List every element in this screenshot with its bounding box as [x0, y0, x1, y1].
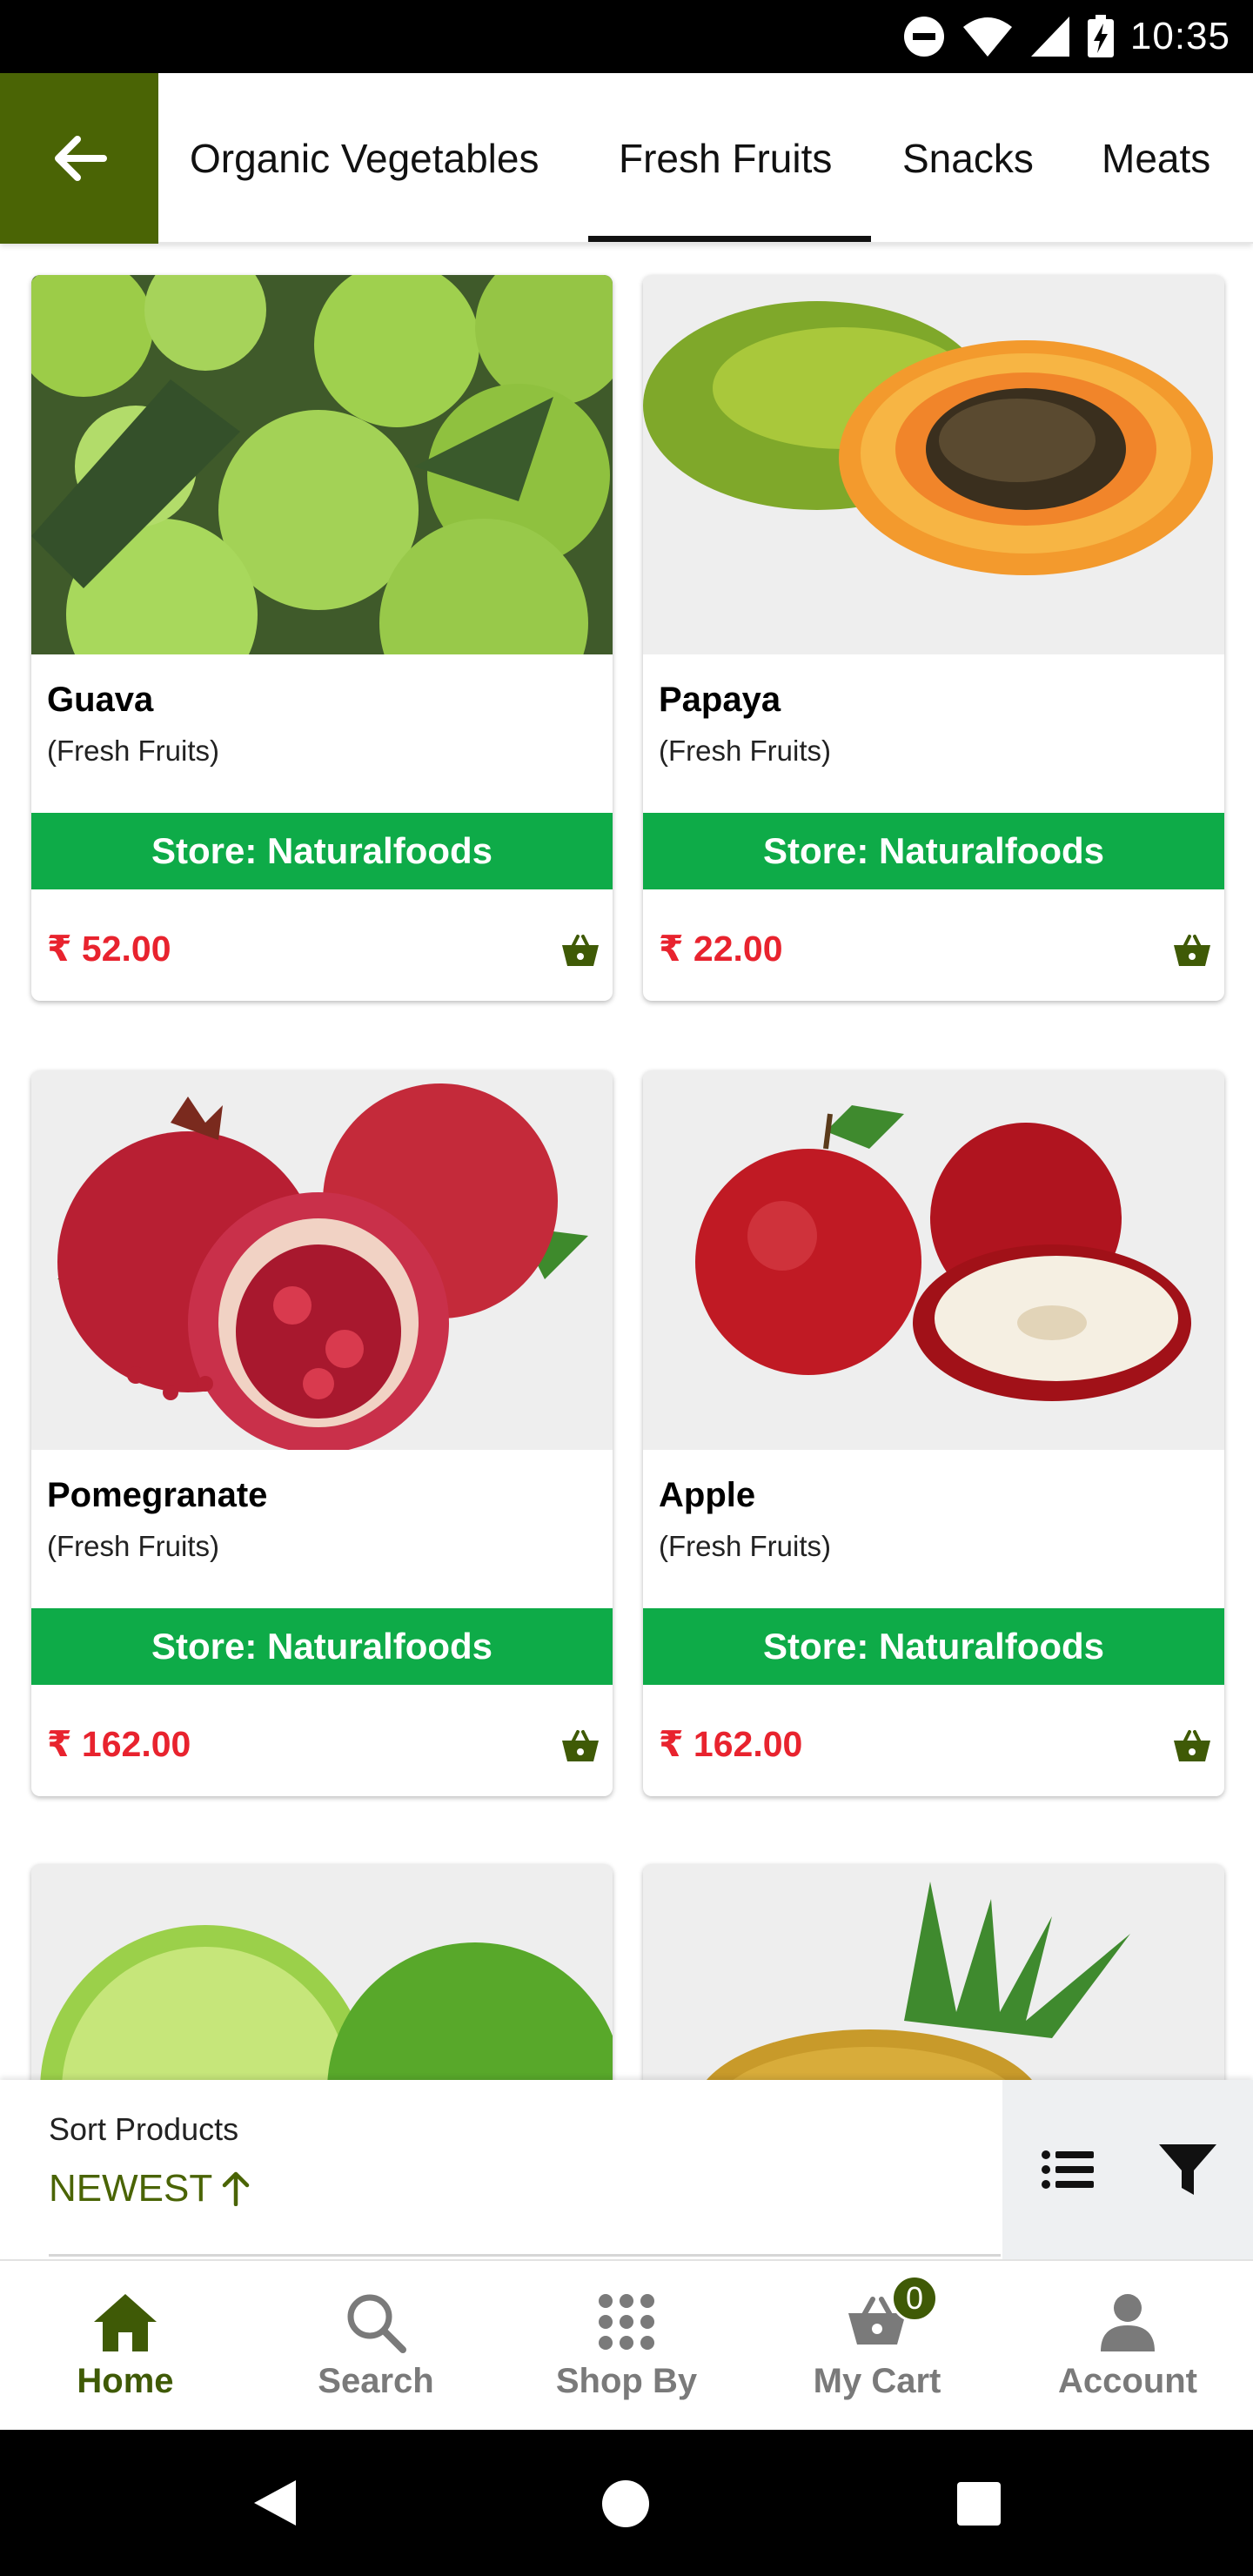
back-button[interactable]: [0, 73, 158, 244]
store-label[interactable]: Store: Naturalfoods: [643, 1608, 1224, 1685]
view-tools: [1002, 2080, 1253, 2259]
product-card-pomegranate[interactable]: Pomegranate (Fresh Fruits) Store: Natura…: [31, 1070, 613, 1796]
tab-meats[interactable]: Meats: [1102, 73, 1210, 244]
product-category: (Fresh Fruits): [659, 735, 831, 767]
product-price: ₹ 162.00: [659, 1724, 803, 1764]
store-label[interactable]: Store: Naturalfoods: [31, 813, 613, 889]
home-icon: [94, 2294, 157, 2351]
sort-value: NEWEST: [49, 2167, 213, 2210]
product-name: Papaya: [659, 681, 781, 719]
product-card-partial[interactable]: [31, 1864, 613, 2082]
store-label[interactable]: Store: Naturalfoods: [643, 813, 1224, 889]
nav-label: Shop By: [555, 2362, 698, 2400]
product-card-partial[interactable]: [643, 1864, 1224, 2082]
arrow-left-icon: [55, 136, 107, 181]
search-icon: [347, 2294, 406, 2353]
category-tab-bar: Organic Vegetables Fresh Fruits Snacks M…: [0, 73, 1253, 244]
sort-selector[interactable]: NEWEST: [49, 2167, 251, 2210]
product-image-guava[interactable]: [31, 275, 613, 654]
product-name: Guava: [47, 681, 154, 719]
nav-label: Search: [318, 2362, 434, 2400]
bottom-navigation: Home Search Shop By 0 My Cart Account: [0, 2259, 1253, 2430]
product-category: (Fresh Fruits): [659, 1530, 831, 1562]
nav-label: My Cart: [813, 2362, 941, 2400]
sort-label: Sort Products: [49, 2111, 239, 2147]
product-image-pineapple[interactable]: [643, 1864, 1224, 2082]
tab-organic-vegetables[interactable]: Organic Vegetables: [190, 73, 539, 244]
add-to-cart-basket-icon[interactable]: [1172, 933, 1212, 968]
cellular-signal-icon: [1030, 17, 1069, 57]
status-bar: 10:35: [0, 0, 1253, 73]
nav-shop-by[interactable]: Shop By: [501, 2261, 752, 2432]
sort-bar: Sort Products NEWEST: [0, 2080, 1253, 2259]
sort-underline: [49, 2254, 1001, 2257]
tab-fresh-fruits[interactable]: Fresh Fruits: [619, 73, 832, 244]
filter-icon: [1159, 2144, 1216, 2195]
nav-home[interactable]: Home: [0, 2261, 251, 2432]
product-card-papaya[interactable]: Papaya (Fresh Fruits) Store: Naturalfood…: [643, 275, 1224, 1001]
product-name: Pomegranate: [47, 1476, 268, 1514]
system-navigation-bar: [0, 2430, 1253, 2576]
product-price: ₹ 162.00: [47, 1724, 191, 1764]
product-category: (Fresh Fruits): [47, 1530, 219, 1562]
add-to-cart-basket-icon[interactable]: [560, 933, 600, 968]
tab-snacks[interactable]: Snacks: [902, 73, 1034, 244]
wifi-icon: [962, 17, 1012, 57]
battery-charging-icon: [1087, 15, 1114, 57]
product-image-papaya[interactable]: [643, 275, 1224, 654]
product-category: (Fresh Fruits): [47, 735, 219, 767]
nav-my-cart[interactable]: 0 My Cart: [752, 2261, 1002, 2432]
list-view-button[interactable]: [1029, 2130, 1107, 2209]
nav-label: Account: [1058, 2362, 1197, 2400]
product-name: Apple: [659, 1476, 756, 1514]
nav-label: Home: [77, 2362, 174, 2400]
product-image-pomegranate[interactable]: [31, 1070, 613, 1450]
list-view-icon: [1042, 2150, 1094, 2189]
product-card-apple[interactable]: Apple (Fresh Fruits) Store: Naturalfoods…: [643, 1070, 1224, 1796]
cart-count-badge: 0: [891, 2275, 938, 2322]
filter-button[interactable]: [1149, 2130, 1227, 2209]
do-not-disturb-icon: [903, 17, 944, 57]
person-icon: [1101, 2294, 1155, 2351]
active-tab-indicator: [588, 236, 871, 242]
back-triangle-icon[interactable]: [249, 2477, 299, 2529]
product-price: ₹ 22.00: [659, 929, 783, 969]
add-to-cart-basket-icon[interactable]: [1172, 1728, 1212, 1763]
add-to-cart-basket-icon[interactable]: [560, 1728, 600, 1763]
product-image-apple[interactable]: [643, 1070, 1224, 1450]
product-image-lime[interactable]: [31, 1864, 613, 2082]
product-card-guava[interactable]: Guava (Fresh Fruits) Store: Naturalfoods…: [31, 275, 613, 1001]
home-circle-icon[interactable]: [600, 2479, 651, 2529]
grid-dots-icon: [599, 2294, 654, 2350]
nav-search[interactable]: Search: [251, 2261, 501, 2432]
nav-account[interactable]: Account: [1002, 2261, 1253, 2432]
product-price: ₹ 52.00: [47, 929, 171, 969]
store-label[interactable]: Store: Naturalfoods: [31, 1608, 613, 1685]
status-icons: 10:35: [902, 0, 1230, 73]
arrow-up-icon: [222, 2171, 250, 2206]
status-time: 10:35: [1129, 15, 1230, 57]
recents-square-icon[interactable]: [955, 2480, 1002, 2527]
